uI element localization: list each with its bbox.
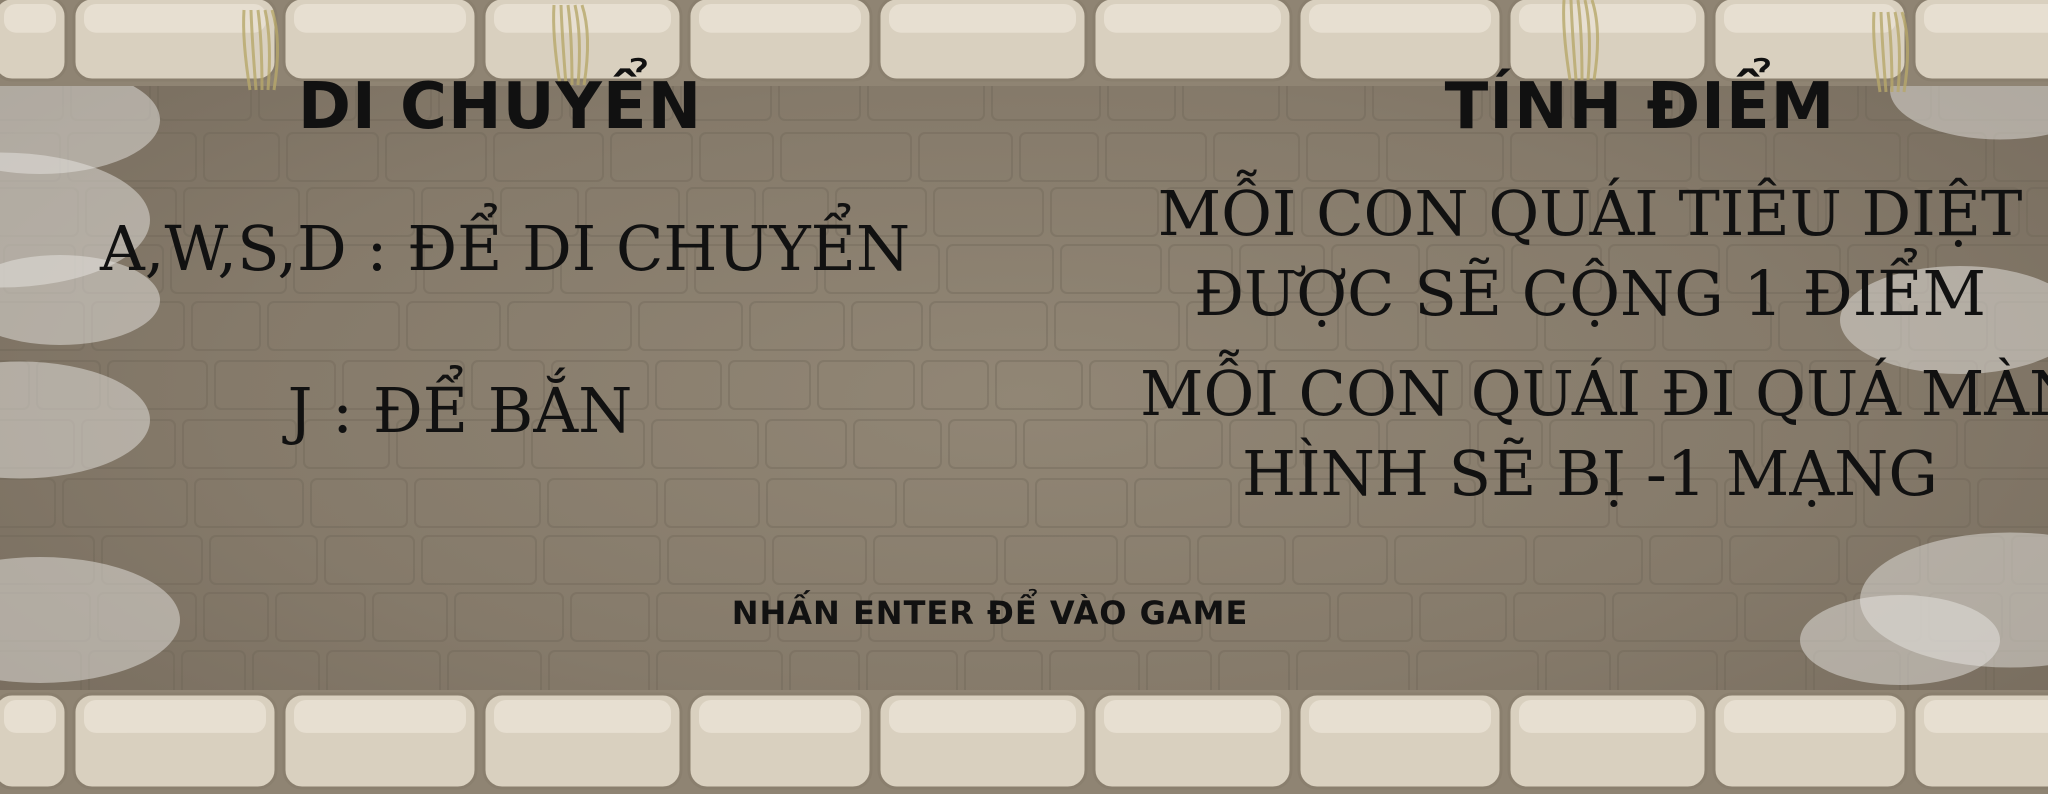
- wall-stone-highlight: [294, 700, 466, 733]
- floor-stone: [1035, 478, 1128, 528]
- score-rule-escape-line1: MỖI CON QUÁI ĐI QUÁ MÀN: [1140, 357, 2048, 430]
- floor-stone: [406, 301, 501, 351]
- floor-stone: [1394, 535, 1527, 585]
- floor-stone: [1729, 535, 1840, 585]
- floor-stone: [765, 419, 847, 469]
- floor-stone: [851, 301, 923, 351]
- wall-stone-highlight: [294, 4, 466, 33]
- cloud: [1800, 595, 2000, 685]
- floor-stone: [1197, 535, 1286, 585]
- cloud: [0, 361, 150, 479]
- floor-stone: [1292, 535, 1388, 585]
- floor-stone: [62, 478, 188, 528]
- floor-stone: [0, 478, 56, 528]
- wall-stone-highlight: [1519, 700, 1696, 733]
- score-rule-escape-line2: HÌNH SẼ BỊ -1 MẠNG: [1242, 437, 1938, 510]
- wall-stone-highlight: [1924, 4, 2048, 33]
- floor-stone: [1612, 592, 1738, 642]
- floor-stone: [772, 535, 867, 585]
- floor-stone: [454, 592, 564, 642]
- wall-stone-highlight: [1924, 700, 2048, 733]
- floor-stone: [267, 301, 400, 351]
- cloud: [0, 557, 180, 683]
- scoring-heading: TÍNH ĐIỂM: [1444, 70, 1836, 144]
- floor-stone: [1419, 592, 1507, 642]
- floor-stone: [203, 592, 269, 642]
- wall-stone-highlight: [1104, 700, 1281, 733]
- floor-stone: [414, 478, 541, 528]
- floor-stone: [817, 360, 915, 410]
- floor-stone: [638, 301, 743, 351]
- floor-stone: [766, 478, 897, 528]
- wall-stone-highlight: [1724, 4, 1896, 33]
- wall-stone-highlight: [699, 4, 861, 33]
- controls-heading: DI CHUYỂN: [297, 70, 703, 144]
- floor-stone: [853, 419, 942, 469]
- floor-stone: [1023, 419, 1148, 469]
- floor-stone: [1124, 535, 1191, 585]
- floor-stone: [873, 535, 998, 585]
- game-instructions-screen[interactable]: DI CHUYỂN A,W,S,D : ĐỂ DI CHUYỂN J : ĐỂ …: [0, 0, 2048, 794]
- floor-stone: [209, 535, 318, 585]
- floor-stone: [948, 419, 1017, 469]
- scoring-rules: MỖI CON QUÁI TIÊU DIỆT ĐƯỢC SẼ CỘNG 1 ĐI…: [1140, 174, 2048, 514]
- score-rule-kill-line1: MỖI CON QUÁI TIÊU DIỆT: [1157, 177, 2023, 250]
- floor-stone: [749, 301, 845, 351]
- floor-stone: [918, 132, 1013, 182]
- floor-stone: [275, 592, 366, 642]
- floor-stone: [1337, 592, 1413, 642]
- floor-stone: [547, 478, 658, 528]
- floor-stone: [921, 360, 989, 410]
- wall-stone-highlight: [1519, 4, 1696, 33]
- score-rule-kill-line2: ĐƯỢC SẼ CỘNG 1 ĐIỂM: [1194, 257, 1986, 330]
- wall-stone-highlight: [84, 4, 266, 33]
- floor-stone: [570, 592, 650, 642]
- floor-stone: [995, 360, 1083, 410]
- wall-stone-highlight: [84, 700, 266, 733]
- floor-stone: [1513, 592, 1606, 642]
- floor-stone: [191, 301, 261, 351]
- move-keys-instruction: A,W,S,D : ĐỂ DI CHUYỂN: [100, 212, 911, 285]
- floor-stone: [310, 478, 408, 528]
- wall-stone-highlight: [4, 4, 56, 33]
- floor-stone: [421, 535, 537, 585]
- wall-stone-highlight: [4, 700, 56, 733]
- floor-stone: [1004, 535, 1118, 585]
- floor-stone: [728, 360, 811, 410]
- floor-stone: [372, 592, 448, 642]
- floor-stone: [543, 535, 661, 585]
- floor-stone: [903, 478, 1029, 528]
- floor-stone: [664, 478, 760, 528]
- floor-stone: [507, 301, 632, 351]
- wall-stone-highlight: [1309, 700, 1491, 733]
- floor-stone: [1533, 535, 1643, 585]
- wall-stone-highlight: [889, 4, 1076, 33]
- bottom-stone-wall: [0, 690, 2048, 794]
- floor-stone: [929, 301, 1048, 351]
- wall-stone-highlight: [889, 700, 1076, 733]
- wall-stone-highlight: [494, 700, 671, 733]
- press-enter-prompt[interactable]: NHẤN ENTER ĐỂ VÀO GAME: [640, 594, 1340, 632]
- floor-stone: [667, 535, 766, 585]
- floor-stone: [1649, 535, 1723, 585]
- shoot-key-instruction: J : ĐỂ BẮN: [287, 374, 633, 447]
- wall-stone-highlight: [1104, 4, 1281, 33]
- wall-stone-highlight: [699, 700, 861, 733]
- floor-stone: [1019, 132, 1099, 182]
- floor-stone: [194, 478, 304, 528]
- wall-stone-highlight: [1724, 700, 1896, 733]
- wall-stone-highlight: [1309, 4, 1491, 33]
- floor-stone: [780, 132, 912, 182]
- floor-stone: [324, 535, 415, 585]
